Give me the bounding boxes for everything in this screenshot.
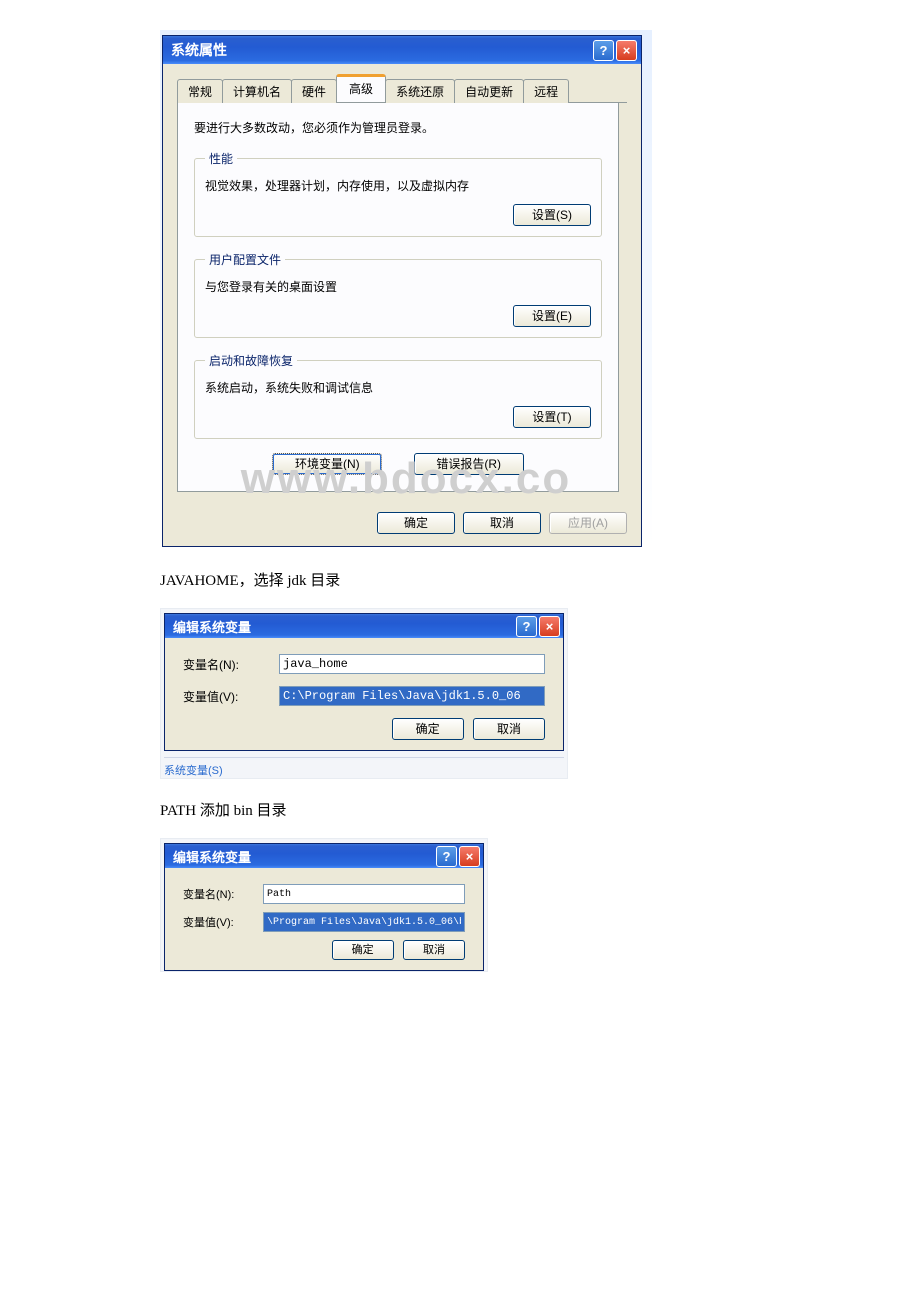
window-edit-system-variable-2: 编辑系统变量 ? × 变量名(N): 变量值(V): 确定 取消 [164,843,484,971]
variable-value-label: 变量值(V): [183,914,263,930]
group-startup-recovery: 启动和故障恢复 系统启动，系统失败和调试信息 设置(T) [194,352,602,439]
variable-name-label: 变量名(N): [183,656,279,673]
tab-hardware[interactable]: 硬件 [291,79,337,103]
environment-variables-button[interactable]: 环境变量(N) [272,453,382,475]
close-icon[interactable]: × [539,616,560,637]
help-icon[interactable]: ? [436,846,457,867]
group-profiles-legend: 用户配置文件 [205,251,285,268]
screenshot-edit-path: 编辑系统变量 ? × 变量名(N): 变量值(V): 确定 取消 [160,838,488,972]
row-env-error: 环境变量(N) 错误报告(R) [194,453,602,475]
screenshot-edit-javahome: 编辑系统变量 ? × 变量名(N): 变量值(V): 确定 取消 系统变量(S) [160,608,568,779]
group-startup-legend: 启动和故障恢复 [205,352,297,369]
tab-auto-update[interactable]: 自动更新 [454,79,524,103]
admin-note: 要进行大多数改动，您必须作为管理员登录。 [194,119,602,136]
variable-value-input[interactable] [263,912,465,932]
window-edit-system-variable-1: 编辑系统变量 ? × 变量名(N): 变量值(V): 确定 取消 [164,613,564,751]
profiles-desc: 与您登录有关的桌面设置 [205,278,591,295]
variable-value-input[interactable] [279,686,545,706]
tab-strip: 常规 计算机名 硬件 高级 系统还原 自动更新 远程 [177,74,627,103]
dialog-footer: 确定 取消 应用(A) [177,504,627,534]
tab-computer-name[interactable]: 计算机名 [222,79,292,103]
group-user-profiles: 用户配置文件 与您登录有关的桌面设置 设置(E) [194,251,602,338]
variable-name-input[interactable] [263,884,465,904]
titlebar[interactable]: 编辑系统变量 ? × [165,614,563,638]
variable-name-input[interactable] [279,654,545,674]
performance-desc: 视觉效果，处理器计划，内存使用，以及虚拟内存 [205,177,591,194]
tab-remote[interactable]: 远程 [523,79,569,103]
cancel-button[interactable]: 取消 [403,940,465,960]
group-performance: 性能 视觉效果，处理器计划，内存使用，以及虚拟内存 设置(S) [194,150,602,237]
error-reporting-button[interactable]: 错误报告(R) [414,453,524,475]
group-performance-legend: 性能 [205,150,237,167]
window-system-properties: 系统属性 ? × 常规 计算机名 硬件 高级 系统还原 自动更新 远程 要进行大… [162,35,642,547]
help-icon[interactable]: ? [516,616,537,637]
title-text: 编辑系统变量 [173,847,251,866]
cancel-button[interactable]: 取消 [463,512,541,534]
ok-button[interactable]: 确定 [392,718,464,740]
ok-button[interactable]: 确定 [332,940,394,960]
title-text: 编辑系统变量 [173,617,251,636]
settings-profiles-button[interactable]: 设置(E) [513,305,591,327]
variable-name-label: 变量名(N): [183,886,263,902]
settings-performance-button[interactable]: 设置(S) [513,204,591,226]
help-icon[interactable]: ? [593,40,614,61]
close-icon[interactable]: × [459,846,480,867]
tab-advanced[interactable]: 高级 [336,74,386,102]
variable-value-label: 变量值(V): [183,688,279,705]
caption-path: PATH 添加 bin 目录 [160,799,900,820]
apply-button[interactable]: 应用(A) [549,512,627,534]
titlebar[interactable]: 系统属性 ? × [163,36,641,64]
settings-startup-button[interactable]: 设置(T) [513,406,591,428]
tab-panel-advanced: 要进行大多数改动，您必须作为管理员登录。 性能 视觉效果，处理器计划，内存使用，… [177,102,619,492]
tab-restore[interactable]: 系统还原 [385,79,455,103]
tab-general[interactable]: 常规 [177,79,223,103]
startup-desc: 系统启动，系统失败和调试信息 [205,379,591,396]
close-icon[interactable]: × [616,40,637,61]
system-variables-section-peek: 系统变量(S) [164,757,564,778]
titlebar[interactable]: 编辑系统变量 ? × [165,844,483,868]
cancel-button[interactable]: 取消 [473,718,545,740]
ok-button[interactable]: 确定 [377,512,455,534]
caption-javahome: JAVAHOME，选择 jdk 目录 [160,569,900,590]
screenshot-system-properties: www.bdocx.co 系统属性 ? × 常规 计算机名 硬件 高级 系统还原… [160,30,652,549]
title-text: 系统属性 [171,40,227,60]
